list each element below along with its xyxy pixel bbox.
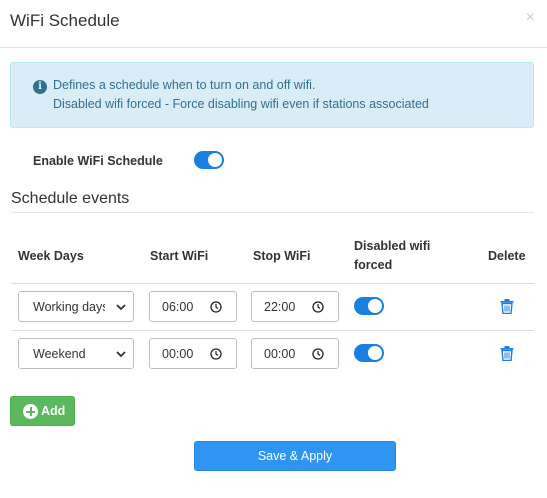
section-divider [11,212,534,213]
disabled-forced-toggle[interactable] [354,344,384,362]
stop-time-value: 00:00 [264,347,296,361]
info-text-line2: Disabled wifi forced - Force disabling w… [53,97,429,111]
clock-icon[interactable] [312,348,324,360]
trash-icon[interactable] [500,346,514,361]
week-days-select[interactable]: Weekend [18,338,134,369]
toggle-knob [208,153,222,167]
row-divider [11,330,534,331]
clock-icon[interactable] [210,348,222,360]
plus-circle-icon [23,404,38,419]
start-time-input[interactable]: 00:00 [149,338,237,369]
chevron-down-icon [116,351,126,358]
header-start-wifi: Start WiFi [150,249,209,263]
stop-time-input[interactable]: 00:00 [251,338,339,369]
header-week-days: Week Days [18,249,84,263]
section-title: Schedule events [11,190,130,207]
modal-header: WiFi Schedule × [0,0,547,48]
info-alert: i Defines a schedule when to turn on and… [10,62,534,128]
chevron-down-icon [116,304,126,311]
stop-time-value: 22:00 [264,300,296,314]
header-disabled-line1: Disabled wifi [354,239,431,253]
start-time-value: 06:00 [162,300,194,314]
week-days-value: Weekend [33,347,86,361]
clock-icon[interactable] [312,301,324,313]
enable-schedule-toggle[interactable] [194,151,224,169]
week-days-value: Working days [33,300,105,314]
start-time-input[interactable]: 06:00 [149,291,237,322]
add-button-label: Add [41,404,66,418]
disabled-forced-toggle[interactable] [354,297,384,315]
info-text-line1: Defines a schedule when to turn on and o… [53,78,316,92]
table-divider [11,283,534,284]
info-icon: i [33,80,47,94]
week-days-select[interactable]: Working days [18,291,134,322]
close-button[interactable]: × [526,9,535,27]
save-apply-button[interactable]: Save & Apply [194,441,396,471]
header-disabled-line2: forced [354,258,393,272]
add-event-button[interactable]: Add [10,396,75,426]
trash-icon[interactable] [500,299,514,314]
header-disabled-forced: Disabled wifi forced [354,237,430,275]
header-stop-wifi: Stop WiFi [253,249,311,263]
toggle-knob [368,346,382,360]
start-time-value: 00:00 [162,347,194,361]
toggle-knob [368,299,382,313]
clock-icon[interactable] [210,301,222,313]
enable-schedule-label: Enable WiFi Schedule [33,154,163,168]
header-delete: Delete [488,249,526,263]
modal-title: WiFi Schedule [10,11,120,30]
stop-time-input[interactable]: 22:00 [251,291,339,322]
